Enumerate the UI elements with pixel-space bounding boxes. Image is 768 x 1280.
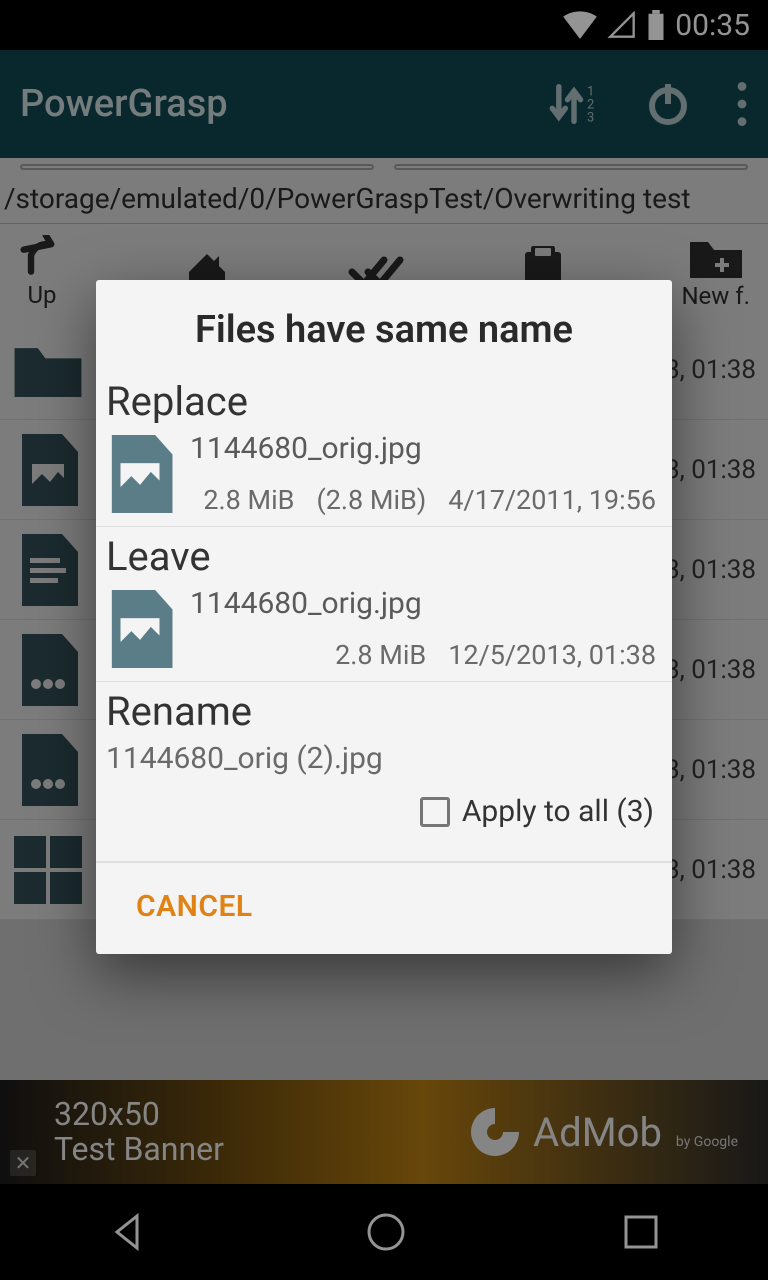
apply-all-label: Apply to all (3) — [462, 794, 654, 829]
leave-filename: 1144680_orig.jpg — [190, 586, 660, 621]
image-file-icon — [104, 432, 176, 516]
option-rename-label: Rename — [104, 688, 660, 735]
apply-all-checkbox[interactable] — [420, 797, 450, 827]
option-leave[interactable]: Leave 1144680_orig.jpg 2.8 MiB 12/5/2013… — [96, 527, 672, 682]
option-replace-label: Replace — [104, 378, 660, 425]
image-file-icon — [104, 587, 176, 671]
option-replace[interactable]: Replace 1144680_orig.jpg 2.8 MiB (2.8 Mi… — [96, 372, 672, 527]
replace-filename: 1144680_orig.jpg — [190, 431, 660, 466]
cancel-button[interactable]: CANCEL — [136, 889, 253, 924]
replace-size: 2.8 MiB — [203, 484, 294, 516]
leave-date: 12/5/2013, 01:38 — [448, 639, 656, 671]
option-leave-label: Leave — [104, 533, 660, 580]
dialog-title: Files have same name — [96, 280, 672, 372]
replace-date: 4/17/2011, 19:56 — [448, 484, 656, 516]
leave-size: 2.8 MiB — [335, 639, 426, 671]
replace-size-paren: (2.8 MiB) — [316, 484, 426, 516]
rename-filename: 1144680_orig (2).jpg — [104, 741, 660, 776]
conflict-dialog: Files have same name Replace 1144680_ori… — [96, 280, 672, 954]
option-rename[interactable]: Rename 1144680_orig (2).jpg Apply to all… — [96, 682, 672, 862]
